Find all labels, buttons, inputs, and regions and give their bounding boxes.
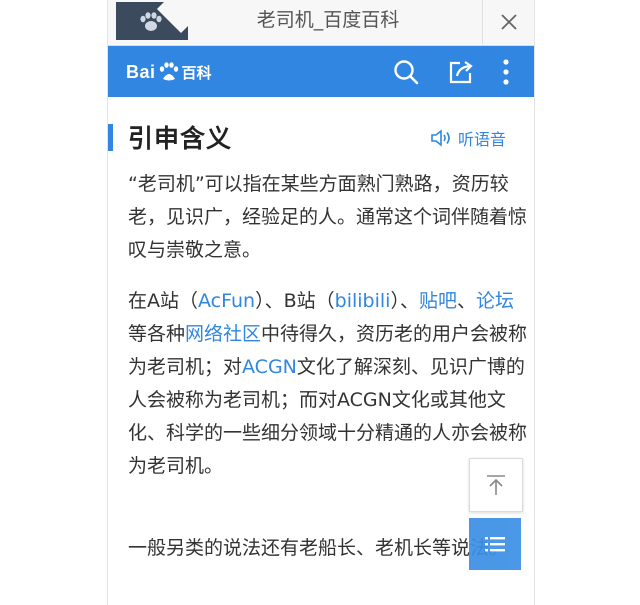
text-segment: 、	[456, 290, 476, 312]
text-segment: 等各种	[128, 323, 186, 345]
link-online-community[interactable]: 网络社区	[185, 323, 261, 345]
listen-button[interactable]: 听语音	[430, 126, 506, 150]
more-button[interactable]	[492, 58, 520, 86]
text-segment: ）、B站（	[255, 290, 335, 312]
paragraph-3: 一般另类的说法还有老船长、老机长等说法。	[128, 537, 509, 559]
tab-title[interactable]: 老司机_百度百科	[198, 0, 458, 42]
section-accent-bar	[108, 124, 113, 151]
link-luntan[interactable]: 论坛	[476, 290, 514, 312]
search-icon	[394, 60, 419, 85]
share-icon	[449, 61, 473, 84]
paragraph-1: “老司机”可以指在某些方面熟门熟路，资历较老，见识广，经验足的人。通常这个词伴随…	[128, 173, 528, 261]
share-button[interactable]	[447, 58, 475, 86]
text-segment: 在A站（	[128, 290, 198, 312]
link-acfun[interactable]: AcFun	[198, 290, 255, 312]
more-icon	[503, 59, 509, 85]
baidu-paw-icon	[159, 62, 178, 81]
close-tab-button[interactable]	[482, 0, 534, 44]
speaker-icon	[431, 129, 450, 147]
back-to-top-icon	[487, 475, 505, 495]
menu-icon	[485, 537, 505, 552]
paragraph-2: 在A站（AcFun）、B站（bilibili）、贴吧、论坛等各种网络社区中待得久…	[128, 285, 528, 483]
site-header: Bai 百科	[108, 46, 534, 97]
close-icon	[501, 14, 517, 30]
tab-favicon[interactable]	[116, 2, 188, 40]
listen-label: 听语音	[458, 130, 507, 149]
logo-text: Bai	[126, 61, 156, 82]
catalog-menu-button[interactable]	[469, 518, 521, 570]
baidu-baike-logo[interactable]: Bai 百科	[126, 60, 212, 84]
back-to-top-button[interactable]	[469, 458, 523, 512]
logo-baike-text: 百科	[181, 63, 212, 82]
link-acgn[interactable]: ACGN	[242, 356, 297, 378]
paw-icon	[140, 12, 162, 31]
link-tieba[interactable]: 贴吧	[419, 290, 457, 312]
search-button[interactable]	[392, 58, 420, 86]
link-bilibili[interactable]: bilibili	[335, 290, 391, 312]
section-title: 引申含义	[128, 124, 233, 153]
tab-bar: 老司机_百度百科	[108, 0, 534, 46]
browser-window: 老司机_百度百科 Bai 百科 引申含义 听语音 “老司机”可以指在某些方面熟门…	[107, 0, 535, 605]
text-segment: ）、	[390, 290, 419, 312]
